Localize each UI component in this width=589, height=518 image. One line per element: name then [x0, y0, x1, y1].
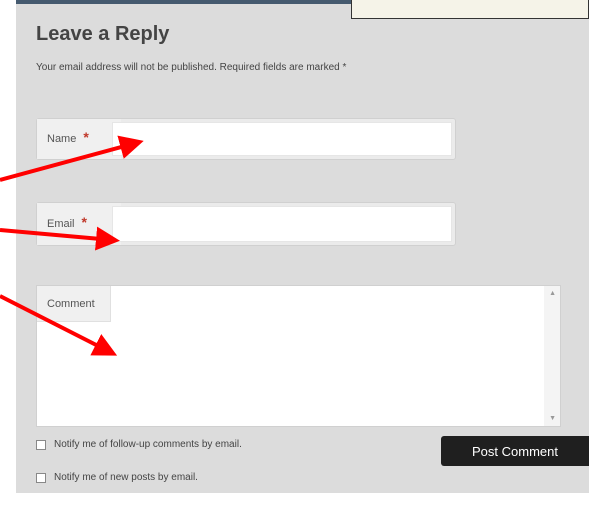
- red-arrow-icon: [0, 135, 144, 182]
- annotation-arrows: [0, 135, 144, 356]
- red-arrow-icon: [0, 226, 120, 251]
- red-arrow-icon: [0, 294, 118, 356]
